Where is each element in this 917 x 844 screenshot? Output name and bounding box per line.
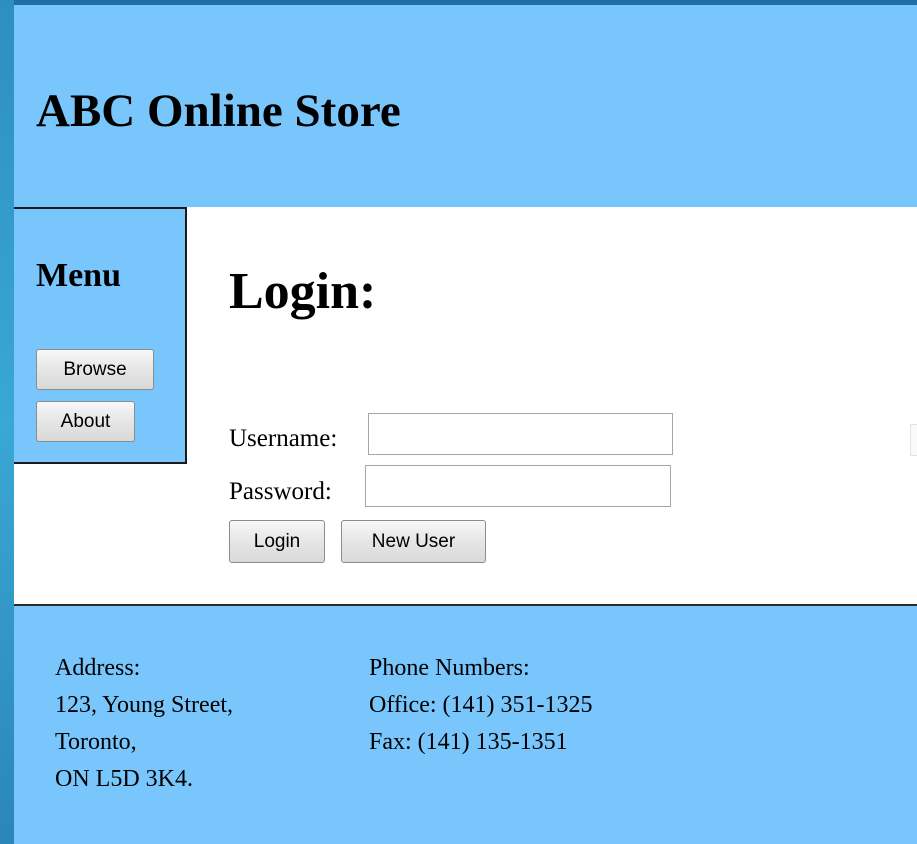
username-label: Username:: [229, 425, 338, 452]
site-title: ABC Online Store: [36, 85, 401, 137]
phone-heading: Phone Numbers:: [369, 655, 530, 681]
phone-block: Phone Numbers: Office: (141) 351-1325 Fa…: [369, 650, 593, 761]
desktop-edge: [0, 0, 14, 844]
office-phone: Office: (141) 351-1325: [369, 692, 593, 718]
browser-page: ABC Online Store Menu Browse About Login…: [14, 5, 917, 844]
login-title: Login:: [229, 263, 377, 320]
menu-title: Menu: [36, 257, 121, 294]
browse-button[interactable]: Browse: [36, 349, 154, 390]
address-line: ON L5D 3K4.: [55, 766, 193, 792]
fax-number: Fax: (141) 135-1351: [369, 729, 568, 755]
about-button[interactable]: About: [36, 401, 135, 442]
username-input[interactable]: [368, 413, 673, 455]
address-line: 123, Young Street,: [55, 692, 234, 718]
sidebar-menu: Menu Browse About: [14, 207, 187, 464]
new-user-button[interactable]: New User: [341, 520, 486, 563]
partial-element-edge: [910, 424, 917, 456]
password-label: Password:: [229, 478, 332, 505]
site-header: ABC Online Store: [14, 5, 917, 207]
main-content: Menu Browse About Login: Username: Passw…: [14, 207, 917, 606]
site-footer: Address: 123, Young Street, Toronto, ON …: [14, 606, 917, 844]
address-block: Address: 123, Young Street, Toronto, ON …: [55, 650, 233, 798]
address-heading: Address:: [55, 655, 141, 681]
password-input[interactable]: [365, 465, 671, 507]
login-button[interactable]: Login: [229, 520, 325, 563]
address-line: Toronto,: [55, 729, 137, 755]
